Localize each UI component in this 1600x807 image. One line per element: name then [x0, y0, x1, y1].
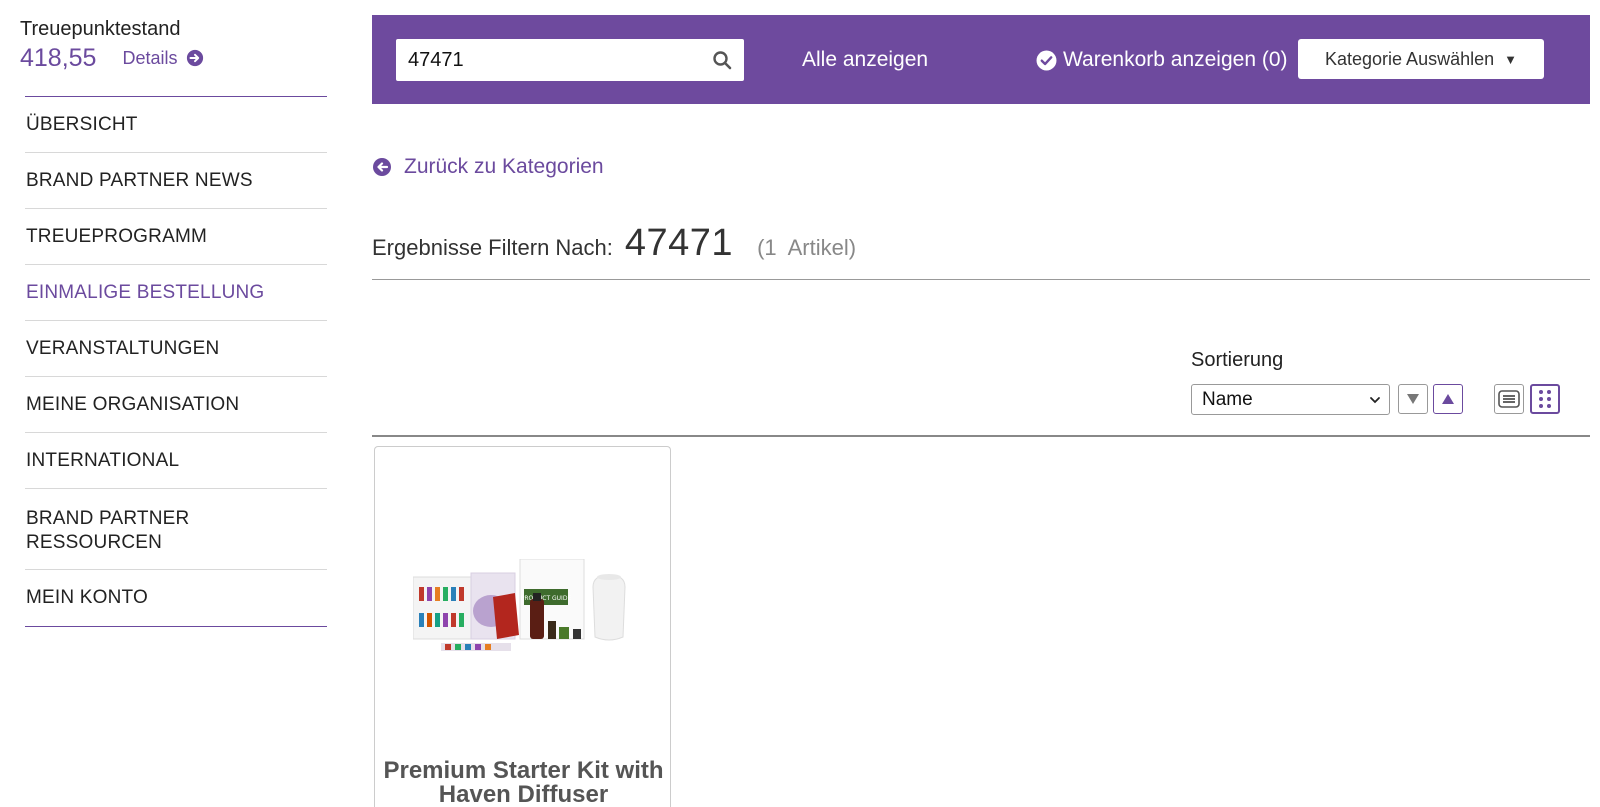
sidebar-item-label: EINMALIGE BESTELLUNG: [26, 281, 265, 303]
sort-selected-value: Name: [1202, 388, 1253, 410]
sidebar-item-brand-partner-resources[interactable]: BRAND PARTNER RESSOURCEN: [25, 489, 327, 570]
check-circle-icon: [1036, 50, 1057, 70]
triangle-down-icon: [1407, 394, 1419, 404]
sidebar: Treuepunktestand 418,55 Details ÜBERSICH…: [0, 0, 340, 807]
search-box: [396, 39, 744, 81]
top-toolbar: Alle anzeigen Warenkorb anzeigen (0) Kat…: [372, 15, 1590, 104]
sort-descending-button[interactable]: [1398, 384, 1428, 414]
product-image[interactable]: PRODUCT GUIDE: [413, 559, 635, 671]
results-filter-label: Ergebnisse Filtern Nach:: [372, 235, 613, 260]
sidebar-item-label: ÜBERSICHT: [26, 113, 138, 135]
sidebar-item-loyalty-program[interactable]: TREUEPROGRAMM: [25, 209, 327, 265]
sidebar-item-brand-partner-news[interactable]: BRAND PARTNER NEWS: [25, 153, 327, 209]
sort-select[interactable]: Name: [1191, 384, 1390, 415]
results-count: (1 Artikel): [757, 235, 857, 260]
sidebar-nav: ÜBERSICHT BRAND PARTNER NEWS TREUEPROGRA…: [25, 96, 327, 627]
grid-view-icon: [1539, 390, 1551, 408]
arrow-circle-left-icon: [373, 158, 391, 176]
sidebar-item-one-time-order[interactable]: EINMALIGE BESTELLUNG: [25, 265, 327, 321]
results-heading: Ergebnisse Filtern Nach: 47471 (1 Artike…: [372, 222, 1590, 280]
grid-view-button[interactable]: [1530, 384, 1560, 414]
category-select-button[interactable]: Kategorie Auswählen ▼: [1298, 39, 1544, 79]
sidebar-item-international[interactable]: INTERNATIONAL: [25, 433, 327, 489]
show-all-link[interactable]: Alle anzeigen: [802, 48, 928, 72]
triangle-up-icon: [1442, 394, 1454, 404]
sidebar-item-overview[interactable]: ÜBERSICHT: [25, 97, 327, 153]
loyalty-label: Treuepunktestand: [20, 18, 181, 40]
details-label: Details: [122, 47, 178, 68]
sidebar-item-label: VERANSTALTUNGEN: [26, 337, 220, 359]
caret-down-icon: ▼: [1504, 51, 1517, 67]
sort-label: Sortierung: [1191, 349, 1284, 371]
back-to-categories-link[interactable]: Zurück zu Kategorien: [372, 155, 604, 179]
loyalty-value: 418,55: [20, 44, 97, 72]
search-icon[interactable]: [712, 50, 732, 70]
sidebar-item-label: BRAND PARTNER NEWS: [26, 169, 253, 191]
back-to-categories-label: Zurück zu Kategorien: [404, 155, 604, 178]
view-cart-label: Warenkorb anzeigen (0): [1063, 48, 1288, 71]
product-card[interactable]: PRODUCT GUIDE Premium Starter Kit with H…: [374, 446, 671, 807]
sidebar-item-my-account[interactable]: MEIN KONTO: [25, 570, 327, 626]
sidebar-item-label: INTERNATIONAL: [26, 449, 180, 471]
arrow-circle-right-icon: [186, 49, 203, 67]
category-select-label: Kategorie Auswählen: [1325, 48, 1495, 69]
sidebar-item-label: TREUEPROGRAMM: [26, 225, 207, 247]
sidebar-item-label: MEIN KONTO: [26, 587, 148, 608]
list-view-button[interactable]: [1494, 384, 1524, 414]
results-search-term: 47471: [624, 222, 734, 264]
product-title[interactable]: Premium Starter Kit with Haven Diffuser: [375, 759, 670, 807]
sidebar-item-label: BRAND PARTNER RESSOURCEN: [26, 508, 190, 553]
search-input[interactable]: [396, 40, 696, 80]
loyalty-row: 418,55 Details: [20, 43, 340, 73]
results-divider: [372, 435, 1590, 437]
list-view-icon: [1498, 390, 1520, 408]
chevron-down-icon: [1370, 397, 1380, 404]
sidebar-item-events[interactable]: VERANSTALTUNGEN: [25, 321, 327, 377]
sidebar-item-label: MEINE ORGANISATION: [26, 393, 240, 415]
loyalty-balance: Treuepunktestand 418,55 Details: [20, 16, 340, 73]
product-guide-label: PRODUCT GUIDE: [521, 595, 572, 602]
sort-ascending-button[interactable]: [1433, 384, 1463, 414]
sidebar-item-my-organization[interactable]: MEINE ORGANISATION: [25, 377, 327, 433]
view-cart-link[interactable]: Warenkorb anzeigen (0): [1036, 48, 1288, 72]
details-link[interactable]: Details: [122, 48, 203, 69]
